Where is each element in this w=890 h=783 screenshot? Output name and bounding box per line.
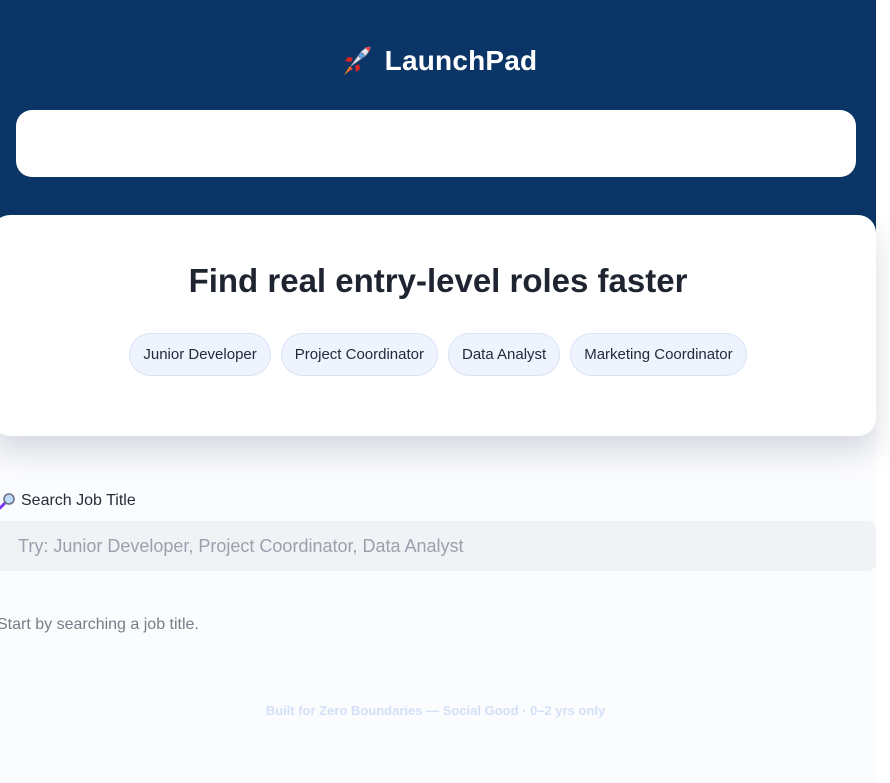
chip-data-analyst[interactable]: Data Analyst xyxy=(448,333,561,376)
search-label-text: Search Job Title xyxy=(21,492,136,509)
empty-state-hint: Start by searching a job title. xyxy=(0,616,199,633)
rocket-icon xyxy=(343,46,371,75)
brand-title: LaunchPad xyxy=(384,45,538,76)
top-card xyxy=(16,110,856,177)
hero-card xyxy=(0,215,876,436)
chip-marketing-coordinator[interactable]: Marketing Coordinator xyxy=(570,333,747,376)
brand: LaunchPad xyxy=(0,44,876,78)
search-label: Search Job Title xyxy=(0,491,136,511)
chip-junior-developer[interactable]: Junior Developer xyxy=(129,333,271,376)
right-gutter xyxy=(876,0,890,783)
chip-project-coordinator[interactable]: Project Coordinator xyxy=(280,333,438,376)
search-input[interactable] xyxy=(0,521,876,571)
footer-text: Built for Zero Boundaries — Social Good … xyxy=(265,703,606,718)
hero-title: Find real entry-level roles faster xyxy=(188,262,688,299)
suggestion-chips: Junior Developer Project Coordinator Dat… xyxy=(0,333,876,376)
magnifying-glass-icon xyxy=(0,493,15,510)
launchpad-page: LaunchPad Find real entry-level roles fa… xyxy=(0,0,890,783)
